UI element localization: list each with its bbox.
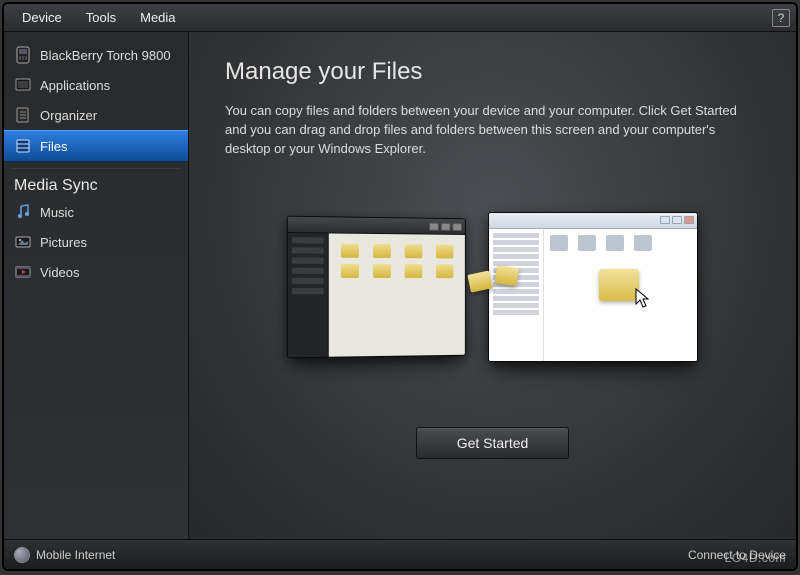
organizer-icon <box>14 106 32 124</box>
applications-icon <box>14 76 32 94</box>
cursor-icon <box>634 287 652 309</box>
illustration-explorer-window <box>488 212 698 362</box>
sidebar-item-label: Music <box>40 205 74 220</box>
sidebar-item-applications[interactable]: Applications <box>4 70 188 100</box>
menu-device[interactable]: Device <box>10 6 74 29</box>
sidebar-item-label: Organizer <box>40 108 97 123</box>
sidebar-item-device[interactable]: BlackBerry Torch 9800 <box>4 40 188 70</box>
files-icon <box>14 137 32 155</box>
sidebar-divider <box>12 168 180 169</box>
content-area: Manage your Files You can copy files and… <box>189 32 796 539</box>
pictures-icon <box>14 233 32 251</box>
device-icon <box>14 46 32 64</box>
get-started-button[interactable]: Get Started <box>416 427 570 459</box>
videos-icon <box>14 263 32 281</box>
sidebar-item-music[interactable]: Music <box>4 197 188 227</box>
sidebar: BlackBerry Torch 9800 Applications Organ… <box>4 32 189 539</box>
music-icon <box>14 203 32 221</box>
sidebar-item-label: Pictures <box>40 235 87 250</box>
page-title: Manage your Files <box>225 58 760 86</box>
app-window: Device Tools Media ? BlackBerry Torch 98… <box>2 2 798 571</box>
menu-media[interactable]: Media <box>128 6 187 29</box>
globe-icon <box>14 547 30 563</box>
illustration-device-window <box>286 215 465 358</box>
sidebar-item-label: BlackBerry Torch 9800 <box>40 48 171 63</box>
footer-connect-device[interactable]: Connect to Device <box>688 548 786 562</box>
sidebar-item-pictures[interactable]: Pictures <box>4 227 188 257</box>
flying-folders-icon <box>469 272 517 290</box>
menu-tools[interactable]: Tools <box>74 6 128 29</box>
footer: Mobile Internet Connect to Device <box>4 539 796 569</box>
illustration <box>225 187 760 387</box>
sidebar-item-videos[interactable]: Videos <box>4 257 188 287</box>
sidebar-item-label: Videos <box>40 265 80 280</box>
menubar: Device Tools Media ? <box>4 4 796 32</box>
sidebar-item-files[interactable]: Files <box>4 130 188 162</box>
sidebar-item-organizer[interactable]: Organizer <box>4 100 188 130</box>
sidebar-item-label: Applications <box>40 78 110 93</box>
page-description: You can copy files and folders between y… <box>225 102 755 159</box>
footer-mobile-internet[interactable]: Mobile Internet <box>36 548 115 562</box>
sidebar-heading-media-sync: Media Sync <box>4 173 188 197</box>
help-icon[interactable]: ? <box>772 9 790 27</box>
sidebar-item-label: Files <box>40 139 67 154</box>
